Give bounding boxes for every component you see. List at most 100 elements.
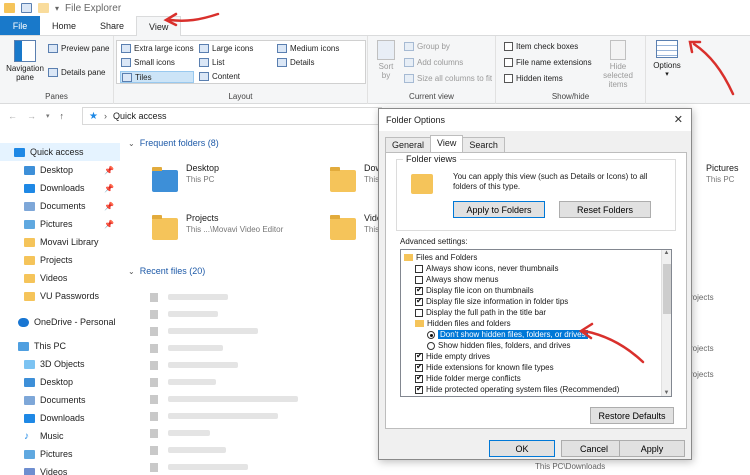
layout-medium-icons[interactable]: Medium icons [277,44,339,53]
restore-defaults-button[interactable]: Restore Defaults [590,407,674,424]
list-item[interactable] [150,445,226,455]
item-check-boxes-toggle[interactable]: Item check boxes [504,42,578,51]
navigation-pane-button[interactable]: Navigation pane [4,40,46,82]
setting-checkbox-row[interactable]: Display file size information in folder … [415,296,568,307]
list-item[interactable] [150,428,210,438]
nav-item-3d-objects[interactable]: 3D Objects [0,355,120,373]
setting-checkbox-row[interactable]: Display the full path in the title bar [415,307,546,318]
nav-item-downloads[interactable]: Downloads 📌 [0,179,120,197]
nav-item-videos[interactable]: Videos [0,269,120,287]
list-item[interactable] [150,292,228,302]
list-item[interactable] [150,377,216,387]
nav-item-desktop-pc[interactable]: Desktop [0,373,120,391]
file-name-extensions-toggle[interactable]: File name extensions [504,58,592,67]
options-button[interactable]: Options ▾ [650,40,684,78]
recent-files-header[interactable]: ⌄ Recent files (20) [128,266,205,276]
setting-checkbox-row[interactable]: Hide protected operating system files (R… [415,384,619,395]
checkbox[interactable] [415,351,423,361]
checkbox[interactable] [415,362,423,372]
nav-item-desktop[interactable]: Desktop 📌 [0,161,120,179]
folder-tile-downloads[interactable]: Dow This [330,162,382,192]
list-item[interactable] [150,309,218,319]
folder-tile-videos[interactable]: Vide This [330,212,382,240]
checkbox[interactable] [504,74,513,83]
checkbox[interactable] [415,373,423,383]
list-item[interactable] [150,360,238,370]
nav-item-videos-pc[interactable]: Videos [0,463,120,475]
chevron-down-icon[interactable]: ▾ [46,112,50,120]
list-item[interactable] [150,411,278,421]
ok-button[interactable]: OK [489,440,555,457]
layout-small-icons[interactable]: Small icons [121,58,175,67]
preview-pane-button[interactable]: Preview pane [48,44,109,53]
add-columns-button[interactable]: Add columns [404,58,463,67]
forward-arrow-icon[interactable]: → [27,111,36,121]
tab-file[interactable]: File [0,16,40,35]
checkbox[interactable] [415,308,423,317]
address-bar[interactable]: ★ › Quick access [82,107,382,125]
tab-view[interactable]: View [136,16,182,36]
nav-item-this-pc[interactable]: This PC [0,337,120,355]
list-item[interactable] [150,326,258,336]
tab-view[interactable]: View [430,135,464,152]
group-by-button[interactable]: Group by [404,42,450,51]
new-folder-icon[interactable] [38,3,49,13]
size-all-columns-button[interactable]: Size all columns to fit [404,74,492,83]
apply-button[interactable]: Apply [619,440,685,457]
nav-item-documents-pc[interactable]: Documents [0,391,120,409]
tab-home[interactable]: Home [40,16,88,35]
nav-item-movavi-library[interactable]: Movavi Library [0,233,120,251]
checkbox[interactable] [415,285,423,295]
layout-details[interactable]: Details [277,58,314,67]
checkbox[interactable] [504,42,513,51]
scroll-down-icon[interactable]: ▼ [662,390,671,396]
checkbox[interactable] [415,384,423,394]
radio-button[interactable] [427,330,435,339]
radio-button[interactable] [427,341,435,350]
nav-item-downloads-pc[interactable]: Downloads [0,409,120,427]
setting-checkbox-row[interactable]: Hide extensions for known file types [415,362,554,373]
setting-checkbox-row[interactable]: Hide empty drives [415,351,490,362]
hide-selected-items-button[interactable]: Hide selected items [594,40,642,89]
nav-item-pictures-pc[interactable]: Pictures [0,445,120,463]
hidden-items-toggle[interactable]: Hidden items [504,74,563,83]
chevron-down-icon[interactable]: ▾ [55,4,59,13]
folder-tile-desktop[interactable]: Desktop This PC [152,162,219,192]
layout-content[interactable]: Content [199,72,240,81]
list-item[interactable] [150,462,248,472]
nav-item-documents[interactable]: Documents 📌 [0,197,120,215]
setting-checkbox-row[interactable]: Always show icons, never thumbnails [415,263,559,274]
setting-radio-row[interactable]: Don't show hidden files, folders, or dri… [427,329,588,340]
folder-tile-pictures[interactable]: Pictures This PC [690,162,739,186]
list-item[interactable] [150,394,298,404]
details-pane-button[interactable]: Details pane [48,68,105,77]
apply-to-folders-button[interactable]: Apply to Folders [453,201,545,218]
cancel-button[interactable]: Cancel [561,440,627,457]
checkbox[interactable] [415,275,423,284]
tab-share[interactable]: Share [88,16,136,35]
advanced-settings-list[interactable]: Files and Folders Always show icons, nev… [400,249,672,397]
scroll-thumb[interactable] [663,264,671,314]
close-icon[interactable]: ✕ [674,113,683,126]
scrollbar[interactable]: ▲ ▼ [661,250,671,396]
folder-tile-projects[interactable]: Projects This ...\Movavi Video Editor [152,212,283,240]
layout-tiles[interactable]: Tiles [120,71,194,83]
checkbox[interactable] [415,264,423,273]
nav-item-vu-passwords[interactable]: VU Passwords [0,287,120,305]
nav-item-quick-access[interactable]: Quick access [0,143,120,161]
nav-item-pictures[interactable]: Pictures 📌 [0,215,120,233]
frequent-folders-header[interactable]: ⌄ Frequent folders (8) [128,138,219,148]
properties-icon[interactable] [21,3,32,13]
nav-item-onedrive[interactable]: OneDrive - Personal [0,313,120,331]
setting-radio-row[interactable]: Show hidden files, folders, and drives [427,340,571,351]
checkbox[interactable] [504,58,513,67]
back-arrow-icon[interactable]: ← [8,111,17,121]
setting-checkbox-row[interactable]: Hide folder merge conflicts [415,373,521,384]
list-item[interactable] [150,343,223,353]
up-arrow-icon[interactable]: ↑ [60,111,65,121]
setting-checkbox-row[interactable]: Display file icon on thumbnails [415,285,534,296]
sort-by-button[interactable]: Sort by [374,40,398,80]
reset-folders-button[interactable]: Reset Folders [559,201,651,218]
layout-large-icons[interactable]: Large icons [199,44,253,53]
nav-item-music[interactable]: ♪ Music [0,427,120,445]
